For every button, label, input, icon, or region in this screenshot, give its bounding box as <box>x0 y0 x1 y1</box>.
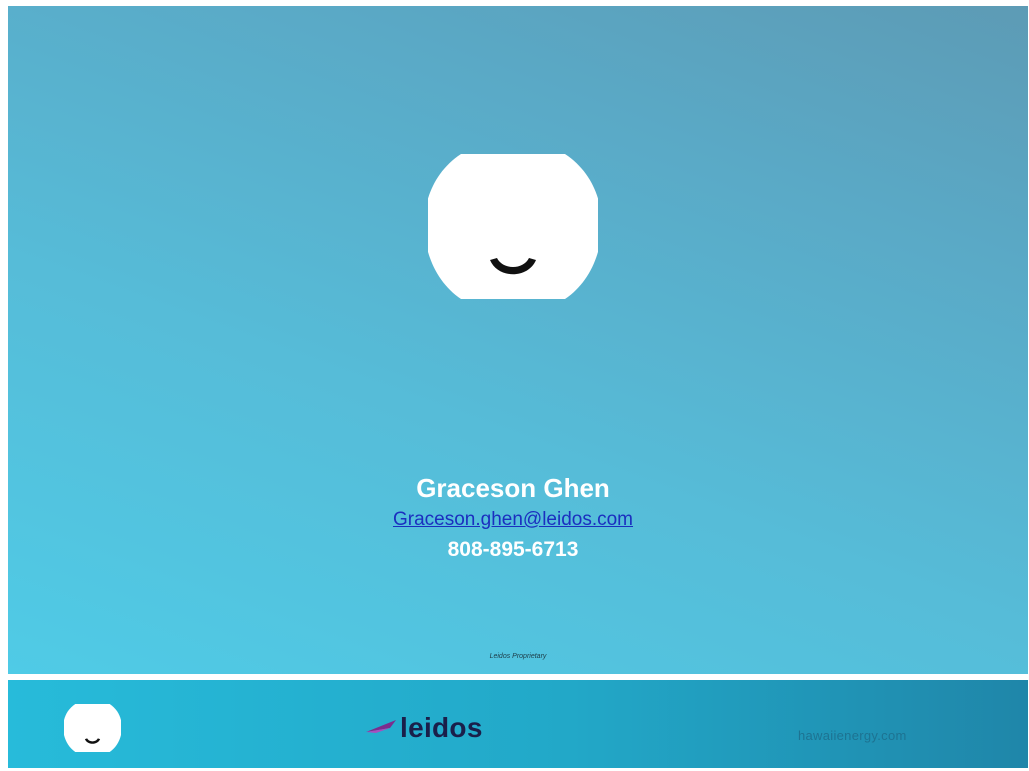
hawaii-energy-logo-icon <box>428 154 598 299</box>
contact-name: Graceson Ghen <box>416 473 610 503</box>
footer-banner: leidos hawaiienergy.com <box>8 680 1028 768</box>
contact-slide: Graceson Ghen Graceson.ghen@leidos.com 8… <box>8 6 1028 674</box>
proprietary-notice: Leidos Proprietary <box>489 653 547 660</box>
leidos-arrow-icon <box>366 720 396 733</box>
contact-phone: 808-895-6713 <box>447 538 579 561</box>
leidos-logo: leidos <box>366 710 483 746</box>
contact-email-link[interactable]: Graceson.ghen@leidos.com <box>393 507 633 533</box>
hawaii-energy-small-logo-icon <box>64 704 121 752</box>
leidos-wordmark: leidos <box>400 712 483 743</box>
contact-block: Graceson Ghen Graceson.ghen@leidos.com 8… <box>8 471 1018 565</box>
site-url: hawaiienergy.com <box>798 728 907 743</box>
presentation-page: Graceson Ghen Graceson.ghen@leidos.com 8… <box>0 0 1029 771</box>
